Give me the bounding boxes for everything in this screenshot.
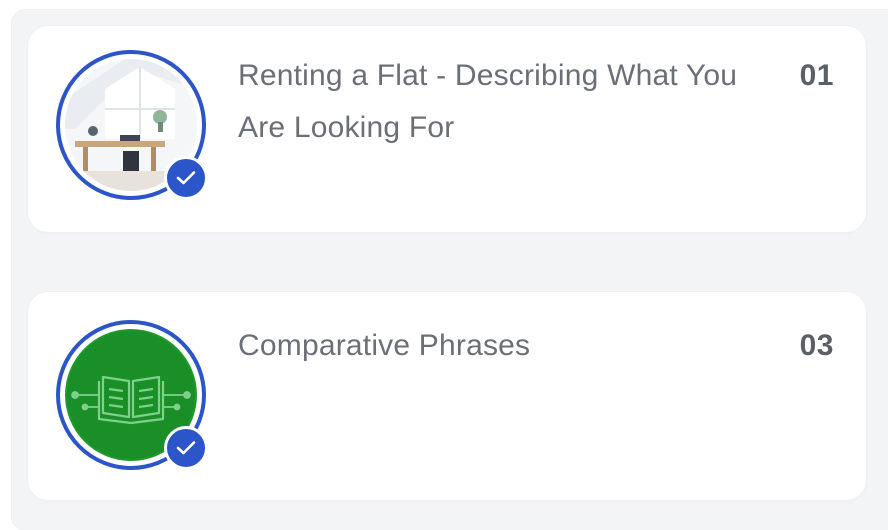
completed-check-icon xyxy=(164,156,208,200)
completed-check-icon xyxy=(164,426,208,470)
lesson-card[interactable]: Renting a Flat - Describing What You Are… xyxy=(28,26,866,232)
lesson-thumbnail xyxy=(56,320,208,470)
lesson-title: Comparative Phrases xyxy=(238,329,531,362)
lesson-number: 01 xyxy=(799,59,834,92)
lesson-number: 03 xyxy=(799,329,834,362)
lesson-card[interactable]: Comparative Phrases 03 xyxy=(28,292,866,500)
lesson-thumbnail xyxy=(56,50,208,200)
lesson-title: Renting a Flat - Describing What You Are… xyxy=(238,59,738,144)
